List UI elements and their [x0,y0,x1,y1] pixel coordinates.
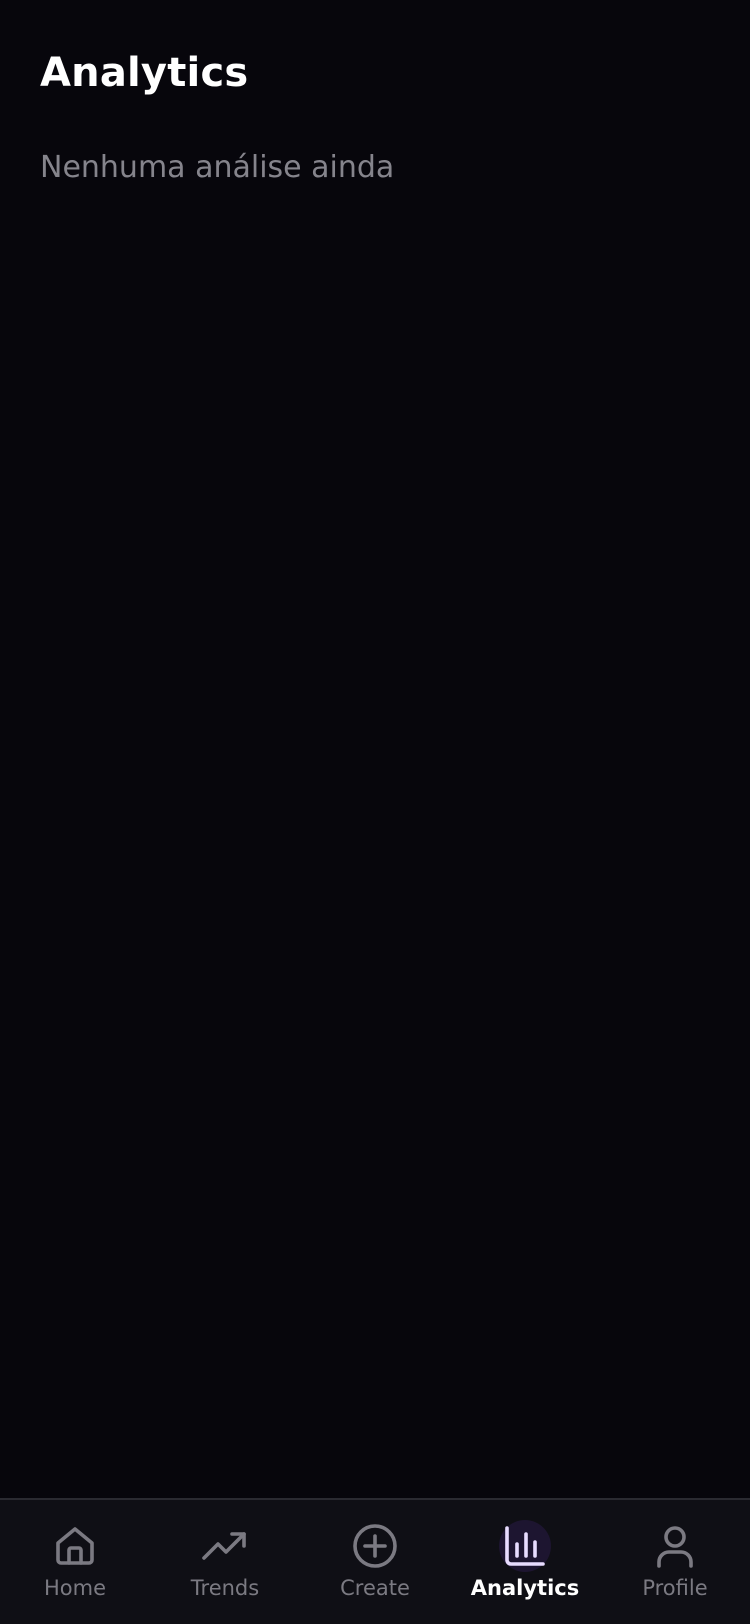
plus-circle-icon [349,1520,401,1572]
tab-analytics[interactable]: Analytics [450,1500,600,1624]
tab-profile[interactable]: Profile [600,1500,750,1624]
tab-home[interactable]: Home [0,1500,150,1624]
tab-trends-label: Trends [190,1576,260,1600]
screen: Analytics Nenhuma análise ainda Home Tre… [0,0,750,1624]
empty-state-message: Nenhuma análise ainda [40,150,395,185]
trending-up-icon [199,1520,251,1572]
bar-chart-icon [499,1520,551,1572]
tab-profile-label: Profile [642,1576,708,1600]
tab-analytics-label: Analytics [470,1576,580,1600]
bottom-tab-bar: Home Trends Create Analytics Profile [0,1498,750,1624]
tab-create[interactable]: Create [300,1500,450,1624]
home-icon [49,1520,101,1572]
tab-home-label: Home [43,1576,106,1600]
tab-create-label: Create [340,1576,410,1600]
user-icon [649,1520,701,1572]
page-title: Analytics [40,50,249,96]
tab-trends[interactable]: Trends [150,1500,300,1624]
